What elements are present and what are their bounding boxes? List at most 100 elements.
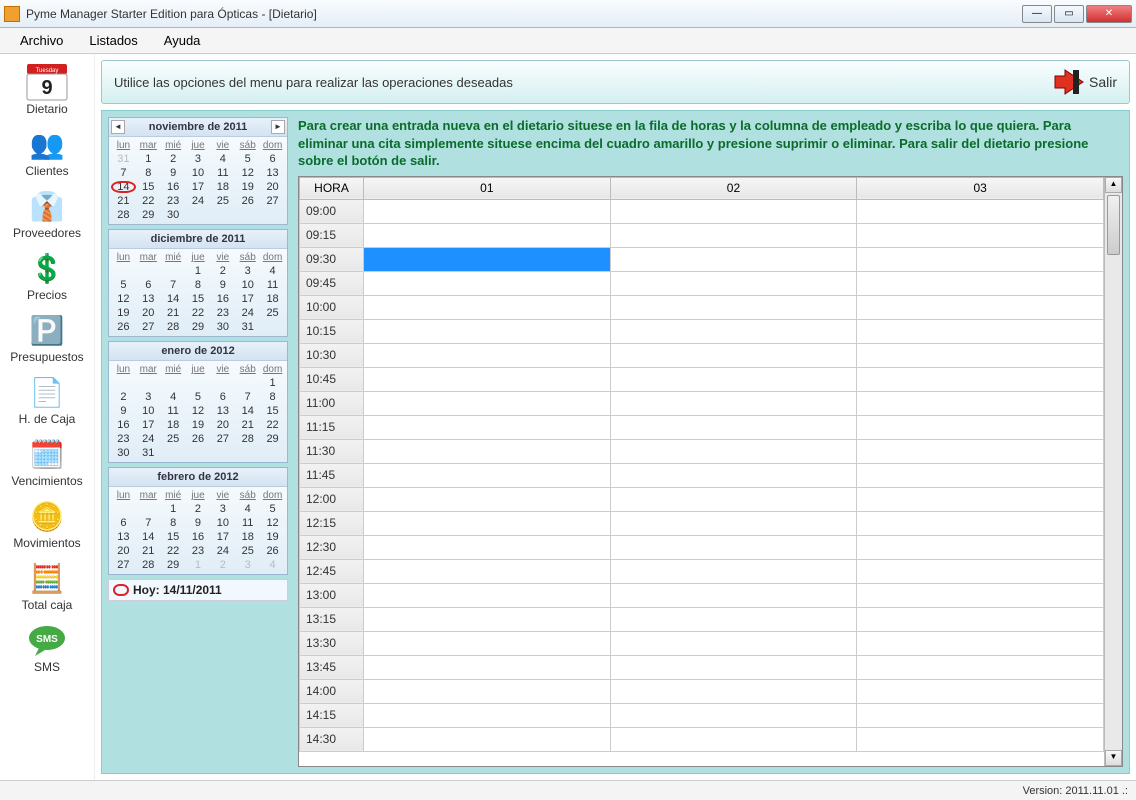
sidebar-item-proveedores[interactable]: 👔Proveedores <box>3 184 91 242</box>
calendar-day[interactable]: 20 <box>111 544 136 558</box>
calendar-day[interactable]: 5 <box>111 278 136 292</box>
calendar-day[interactable]: 16 <box>111 418 136 432</box>
schedule-cell[interactable] <box>364 607 611 631</box>
calendar-day[interactable]: 20 <box>260 180 285 194</box>
schedule-hour-cell[interactable]: 12:00 <box>300 487 364 511</box>
calendar-day[interactable]: 22 <box>260 418 285 432</box>
calendar-day[interactable]: 13 <box>210 404 235 418</box>
sidebar-item-precios[interactable]: 💲Precios <box>3 246 91 304</box>
calendar-day[interactable]: 28 <box>235 432 260 446</box>
calendar-day[interactable]: 14 <box>235 404 260 418</box>
schedule-cell[interactable] <box>364 223 611 247</box>
calendar-day[interactable]: 13 <box>260 166 285 180</box>
calendar-day[interactable]: 23 <box>161 194 186 208</box>
calendar-day[interactable]: 17 <box>210 530 235 544</box>
calendar-day[interactable]: 16 <box>161 180 186 194</box>
schedule-hour-cell[interactable]: 11:00 <box>300 391 364 415</box>
calendar-day[interactable]: 18 <box>210 180 235 194</box>
schedule-cell[interactable] <box>610 559 857 583</box>
calendar-day[interactable]: 24 <box>136 432 161 446</box>
schedule-cell[interactable] <box>857 295 1104 319</box>
calendar-day-other[interactable] <box>161 264 186 278</box>
schedule-scrollbar[interactable]: ▲ ▼ <box>1104 177 1122 766</box>
schedule-hour-cell[interactable]: 12:15 <box>300 511 364 535</box>
schedule-cell[interactable] <box>857 199 1104 223</box>
scroll-up-button[interactable]: ▲ <box>1105 177 1122 193</box>
calendar-day[interactable]: 28 <box>111 208 136 222</box>
minimize-button[interactable]: — <box>1022 5 1052 23</box>
calendar-day[interactable]: 30 <box>161 208 186 222</box>
schedule-cell[interactable] <box>610 679 857 703</box>
calendar-day-other[interactable] <box>136 264 161 278</box>
schedule-cell[interactable] <box>610 511 857 535</box>
schedule-cell[interactable] <box>364 583 611 607</box>
calendar-day[interactable]: 3 <box>235 264 260 278</box>
schedule-cell[interactable] <box>610 487 857 511</box>
schedule-hour-cell[interactable]: 11:45 <box>300 463 364 487</box>
schedule-cell[interactable] <box>610 199 857 223</box>
calendar-day[interactable]: 27 <box>111 558 136 572</box>
schedule-cell[interactable] <box>364 319 611 343</box>
calendar-day[interactable]: 20 <box>210 418 235 432</box>
schedule-cell[interactable] <box>857 367 1104 391</box>
calendar-day[interactable]: 24 <box>186 194 211 208</box>
schedule-cell[interactable] <box>857 487 1104 511</box>
sidebar-item-vencimientos[interactable]: 🗓️Vencimientos <box>3 432 91 490</box>
schedule-hour-cell[interactable]: 09:15 <box>300 223 364 247</box>
calendar-day[interactable]: 7 <box>136 516 161 530</box>
schedule-hour-cell[interactable]: 14:15 <box>300 703 364 727</box>
schedule-cell[interactable] <box>364 439 611 463</box>
schedule-grid[interactable]: HORA01020309:0009:1509:3009:4510:0010:15… <box>299 177 1104 766</box>
calendar-day[interactable]: 18 <box>235 530 260 544</box>
schedule-cell[interactable] <box>610 463 857 487</box>
calendar-day[interactable]: 22 <box>186 306 211 320</box>
schedule-cell[interactable] <box>364 727 611 751</box>
schedule-cell[interactable] <box>364 247 611 271</box>
schedule-hour-cell[interactable]: 11:15 <box>300 415 364 439</box>
calendar-day[interactable]: 12 <box>235 166 260 180</box>
calendar-day[interactable]: 9 <box>210 278 235 292</box>
calendar-day[interactable]: 13 <box>136 292 161 306</box>
calendar-day[interactable]: 2 <box>186 502 211 516</box>
menu-listados[interactable]: Listados <box>79 30 147 51</box>
schedule-cell[interactable] <box>610 631 857 655</box>
schedule-cell[interactable] <box>857 439 1104 463</box>
calendar-day-other[interactable] <box>235 376 260 390</box>
calendar-day[interactable]: 4 <box>260 264 285 278</box>
schedule-cell[interactable] <box>857 727 1104 751</box>
schedule-cell[interactable] <box>857 679 1104 703</box>
calendar-day[interactable]: 15 <box>260 404 285 418</box>
schedule-hour-cell[interactable]: 12:30 <box>300 535 364 559</box>
calendar-day[interactable]: 8 <box>136 166 161 180</box>
calendar-day[interactable]: 23 <box>186 544 211 558</box>
calendar-day[interactable]: 5 <box>235 152 260 166</box>
schedule-hour-cell[interactable]: 13:00 <box>300 583 364 607</box>
calendar-day-other[interactable]: 3 <box>235 558 260 572</box>
calendar-day-other[interactable]: 4 <box>260 558 285 572</box>
schedule-hour-cell[interactable]: 10:00 <box>300 295 364 319</box>
schedule-cell[interactable] <box>610 703 857 727</box>
schedule-cell[interactable] <box>364 463 611 487</box>
schedule-cell[interactable] <box>364 487 611 511</box>
calendar-day-other[interactable] <box>111 502 136 516</box>
calendar-day[interactable]: 7 <box>111 166 136 180</box>
calendar-day[interactable]: 1 <box>260 376 285 390</box>
sidebar-item-presupuestos[interactable]: 🅿️Presupuestos <box>3 308 91 366</box>
schedule-cell[interactable] <box>364 703 611 727</box>
calendar-day[interactable]: 5 <box>186 390 211 404</box>
calendar-day[interactable]: 7 <box>235 390 260 404</box>
calendar-day[interactable]: 25 <box>235 544 260 558</box>
calendar-day[interactable]: 8 <box>186 278 211 292</box>
calendar-day[interactable]: 10 <box>235 278 260 292</box>
schedule-col-header[interactable]: 03 <box>857 177 1104 199</box>
calendar-day-other[interactable] <box>136 502 161 516</box>
schedule-cell[interactable] <box>364 655 611 679</box>
calendar-day[interactable]: 22 <box>161 544 186 558</box>
calendar-day[interactable]: 2 <box>111 390 136 404</box>
calendar-day[interactable]: 3 <box>210 502 235 516</box>
calendar-day[interactable]: 23 <box>111 432 136 446</box>
schedule-cell[interactable] <box>857 535 1104 559</box>
calendar-day-other[interactable] <box>210 376 235 390</box>
schedule-cell[interactable] <box>364 367 611 391</box>
schedule-cell[interactable] <box>610 367 857 391</box>
